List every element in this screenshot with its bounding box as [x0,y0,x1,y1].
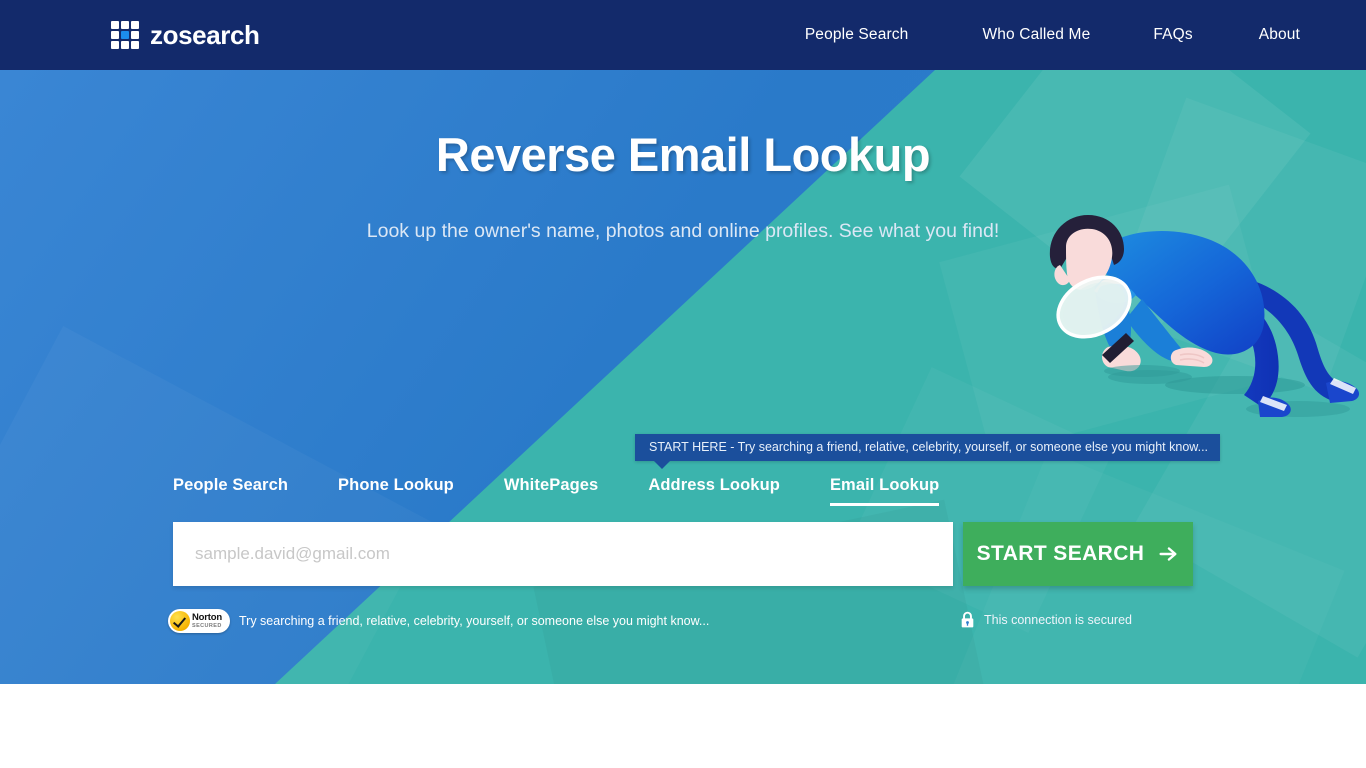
norton-trust-row: Norton SECURED Try searching a friend, r… [168,609,709,633]
hero-content: Reverse Email Lookup Look up the owner's… [0,70,1366,684]
tab-people-search[interactable]: People Search [173,476,288,506]
brand-logo[interactable]: zosearch [111,20,260,51]
hero-subtitle: Look up the owner's name, photos and onl… [366,220,1000,242]
norton-subtitle: SECURED [192,622,222,629]
page-root: zosearch People Search Who Called Me FAQ… [0,0,1366,768]
email-search-input[interactable] [173,522,953,586]
start-search-label: START SEARCH [976,542,1145,565]
norton-title: Norton [192,612,222,623]
grid-logo-icon [111,21,139,49]
main-nav: People Search Who Called Me FAQs About [803,20,1302,50]
nav-item-people-search[interactable]: People Search [803,20,911,50]
arrow-right-icon [1159,547,1177,561]
secure-connection-row: This connection is secured [960,611,1132,629]
norton-badge-text: Norton SECURED [192,613,222,629]
nav-item-who-called-me[interactable]: Who Called Me [980,20,1092,50]
tab-whitepages[interactable]: WhitePages [504,476,599,506]
norton-check-icon [170,611,190,631]
nav-item-faqs[interactable]: FAQs [1151,20,1194,50]
nav-item-about[interactable]: About [1257,20,1302,50]
secure-connection-text: This connection is secured [984,613,1132,627]
page-body-below-hero [0,684,1366,768]
tab-phone-lookup[interactable]: Phone Lookup [338,476,454,506]
hero-section: Reverse Email Lookup Look up the owner's… [0,70,1366,684]
norton-secured-badge: Norton SECURED [168,609,230,633]
brand-name: zosearch [150,19,260,50]
start-search-button[interactable]: START SEARCH [963,522,1193,586]
lock-icon [961,611,974,628]
search-form: START SEARCH [173,522,1193,586]
tab-address-lookup[interactable]: Address Lookup [648,476,780,506]
tab-email-lookup[interactable]: Email Lookup [829,476,940,506]
search-type-tabs: People Search Phone Lookup WhitePages Ad… [173,476,940,506]
start-here-tooltip: START HERE - Try searching a friend, rel… [635,434,1220,469]
top-navigation-bar: zosearch People Search Who Called Me FAQ… [0,0,1366,70]
page-title: Reverse Email Lookup [435,128,931,181]
search-hint-text: Try searching a friend, relative, celebr… [239,614,710,628]
